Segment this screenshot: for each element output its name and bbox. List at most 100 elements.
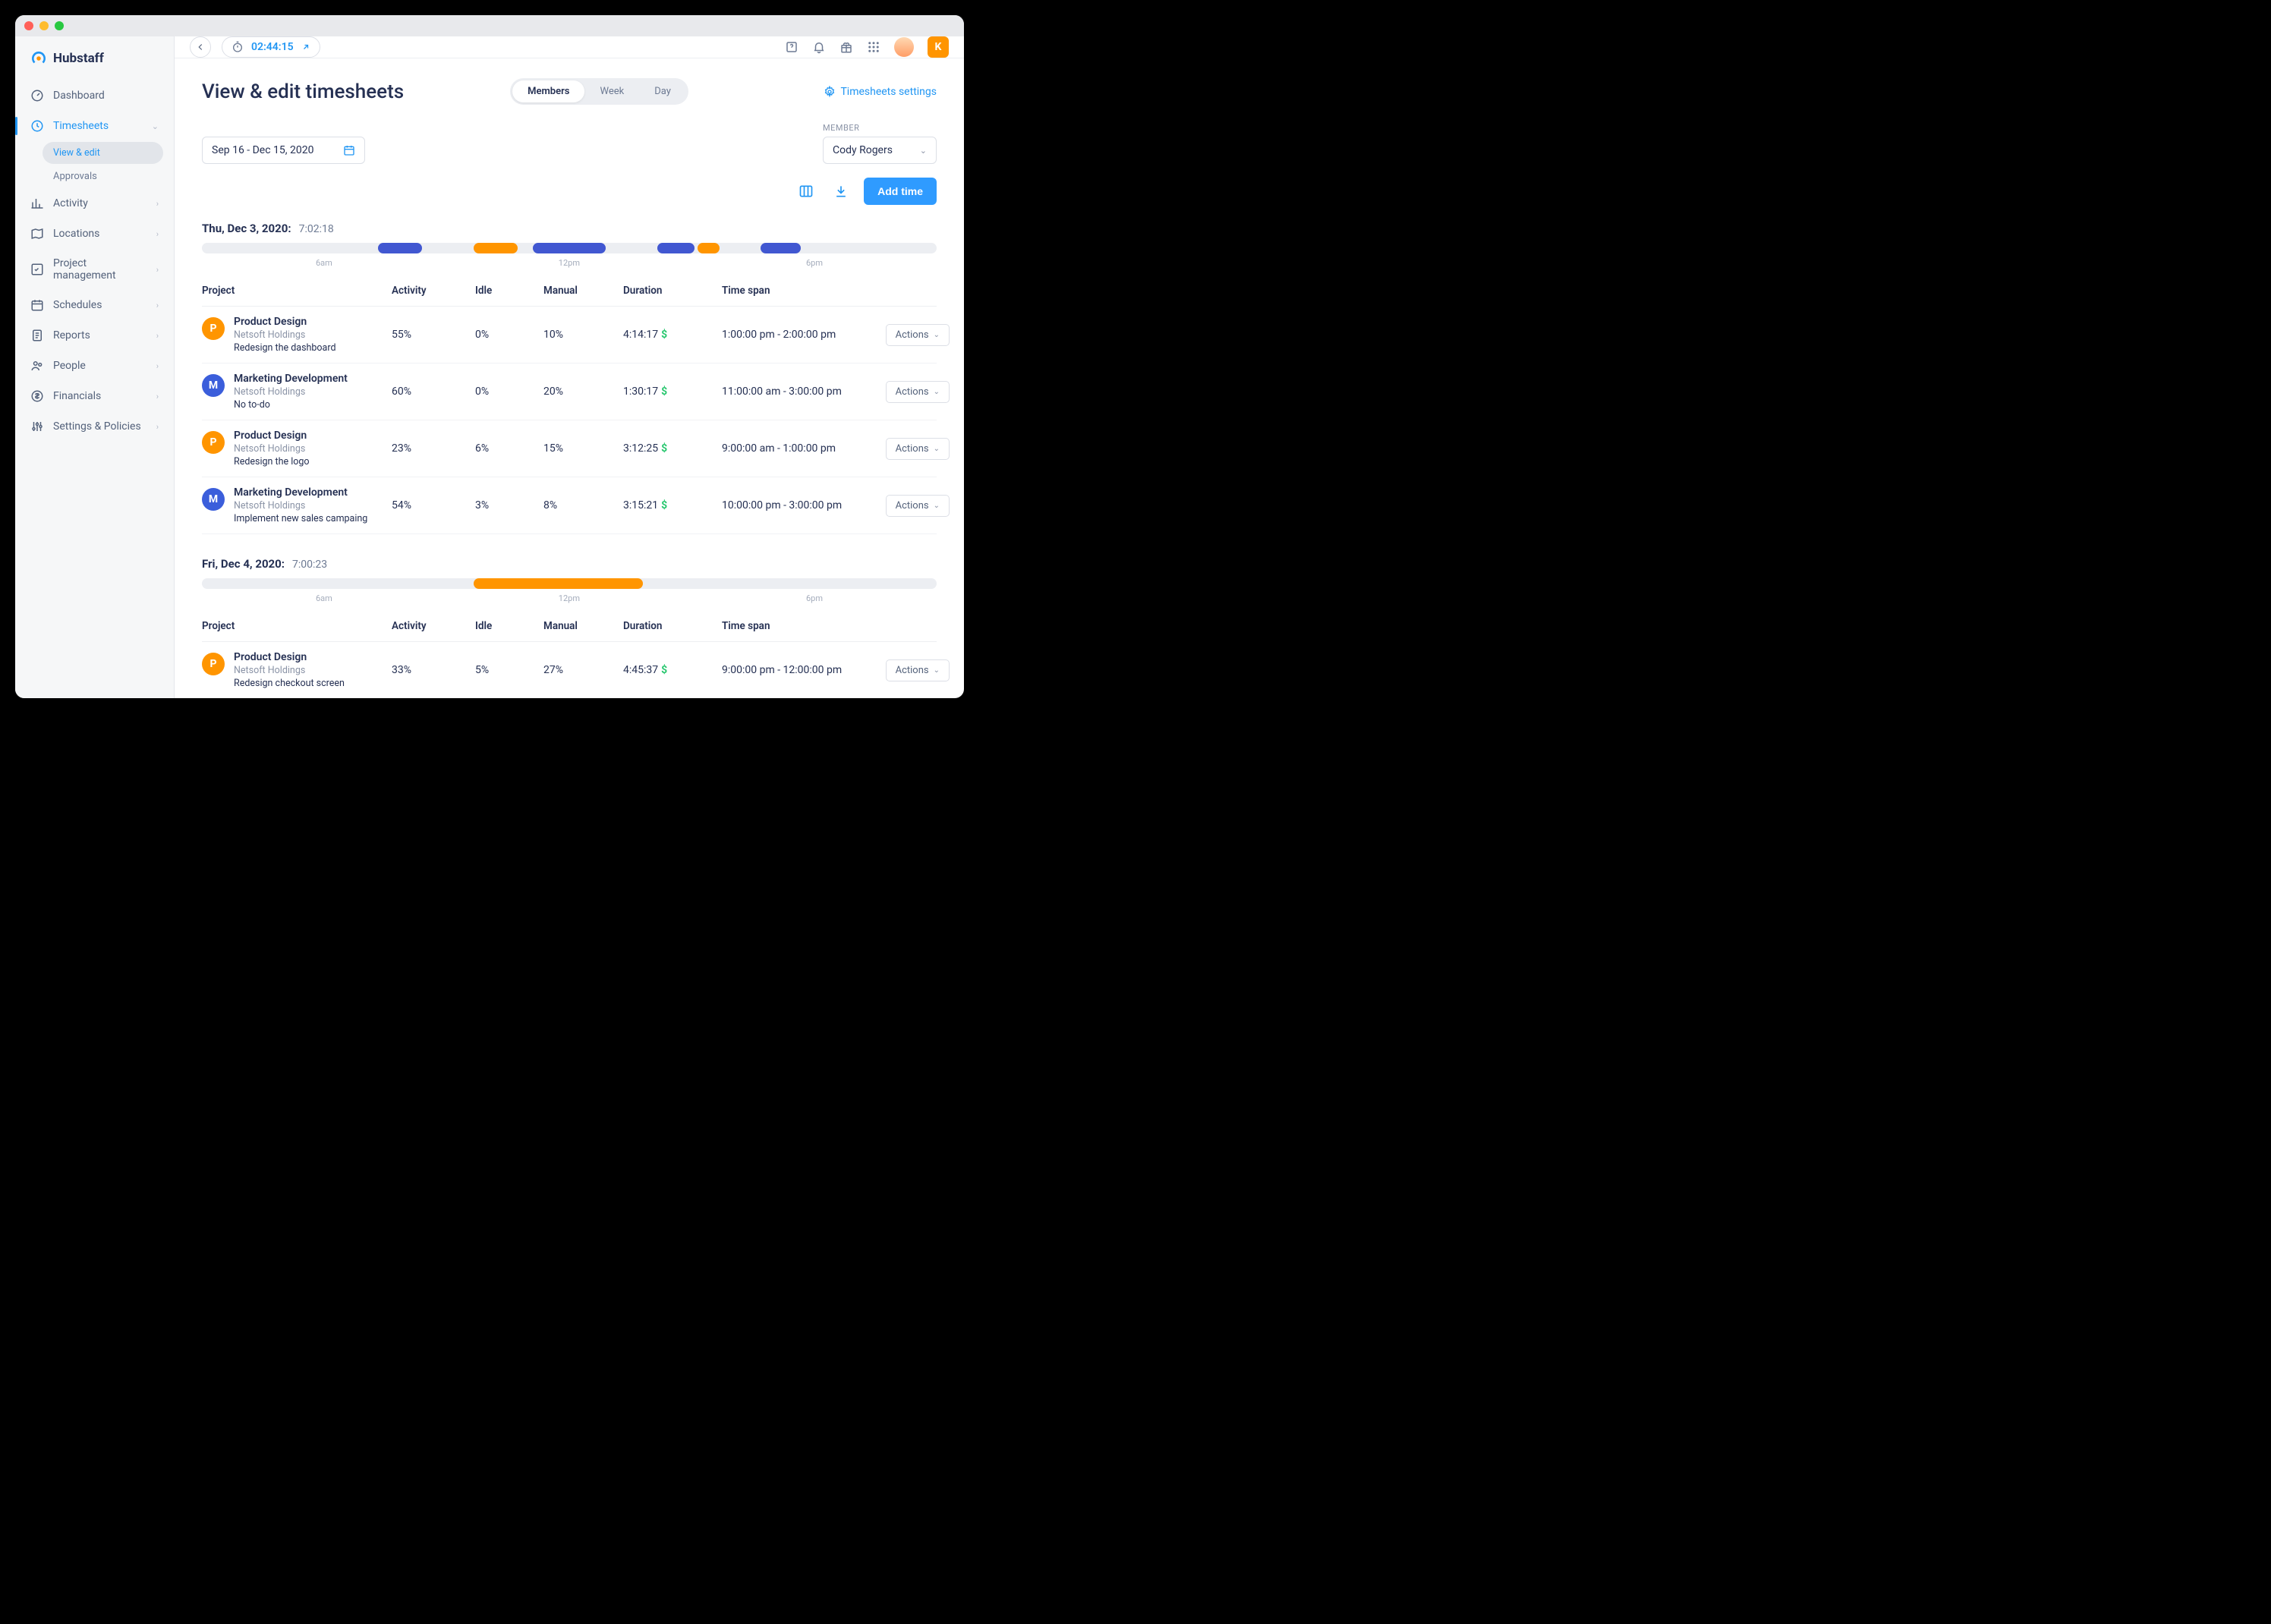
maximize-window-icon[interactable] bbox=[55, 21, 64, 30]
activity-cell: 33% bbox=[392, 664, 475, 676]
day-total: 7:02:18 bbox=[299, 223, 334, 235]
activity-cell: 55% bbox=[392, 329, 475, 341]
nav-label: Reports bbox=[53, 329, 90, 341]
row-actions-button[interactable]: Actions⌄ bbox=[886, 438, 950, 460]
column-header: Duration bbox=[623, 620, 722, 632]
timeline-segment bbox=[378, 243, 422, 253]
nav-financials[interactable]: Financials › bbox=[15, 381, 174, 411]
nav-timesheets[interactable]: Timesheets ⌄ bbox=[15, 111, 174, 141]
chevron-right-icon: › bbox=[156, 301, 159, 310]
table-header: ProjectActivityIdleManualDurationTime sp… bbox=[202, 275, 937, 307]
nav-schedules[interactable]: Schedules › bbox=[15, 290, 174, 320]
column-header: Project bbox=[202, 620, 392, 632]
gift-icon[interactable] bbox=[839, 40, 853, 54]
member-filter: MEMBER Cody Rogers ⌄ bbox=[823, 123, 937, 164]
day-header: Thu, Dec 3, 2020: 7:02:18 bbox=[202, 222, 937, 235]
map-icon bbox=[30, 227, 44, 241]
project-org: Netsoft Holdings bbox=[234, 665, 345, 676]
nav-label: Activity bbox=[53, 197, 88, 209]
nav-locations[interactable]: Locations › bbox=[15, 219, 174, 249]
date-range-picker[interactable]: Sep 16 - Dec 15, 2020 bbox=[202, 137, 365, 164]
apps-grid-icon[interactable] bbox=[867, 40, 880, 54]
timespan-cell: 1:00:00 pm - 2:00:00 pm bbox=[722, 329, 881, 341]
user-avatar[interactable] bbox=[894, 37, 914, 57]
timeline-segment bbox=[474, 243, 518, 253]
org-badge[interactable]: K bbox=[928, 36, 949, 58]
columns-button[interactable] bbox=[794, 178, 818, 205]
project-cell: M Marketing Development Netsoft Holdings… bbox=[202, 486, 392, 524]
column-header: Time span bbox=[722, 620, 881, 632]
tab-week[interactable]: Week bbox=[584, 80, 639, 102]
nav-project-management[interactable]: Project management › bbox=[15, 249, 174, 290]
project-cell: P Product Design Netsoft Holdings Redesi… bbox=[202, 651, 392, 689]
nav-activity[interactable]: Activity › bbox=[15, 188, 174, 219]
idle-cell: 0% bbox=[475, 329, 543, 341]
manual-cell: 10% bbox=[543, 329, 623, 341]
table-row: M Marketing Development Netsoft Holdings… bbox=[202, 364, 937, 420]
brand-text: Hubstaff bbox=[53, 51, 104, 66]
actions-label: Actions bbox=[896, 443, 929, 455]
bell-icon[interactable] bbox=[812, 40, 826, 54]
project-task: Implement new sales campaing bbox=[234, 513, 367, 524]
nav-dashboard[interactable]: Dashboard bbox=[15, 80, 174, 111]
minimize-window-icon[interactable] bbox=[39, 21, 49, 30]
member-select-value: Cody Rogers bbox=[833, 144, 893, 156]
date-range-value: Sep 16 - Dec 15, 2020 bbox=[212, 144, 313, 156]
tab-members[interactable]: Members bbox=[512, 80, 584, 102]
content: View & edit timesheets Members Week Day … bbox=[175, 58, 964, 698]
actions-label: Actions bbox=[896, 329, 929, 341]
dollar-icon bbox=[30, 389, 44, 403]
member-select[interactable]: Cody Rogers ⌄ bbox=[823, 137, 937, 164]
project-org: Netsoft Holdings bbox=[234, 443, 310, 455]
open-external-icon bbox=[301, 42, 310, 52]
row-actions-button[interactable]: Actions⌄ bbox=[886, 381, 950, 403]
timesheets-settings-link[interactable]: Timesheets settings bbox=[824, 86, 937, 98]
duration-cell: 3:12:25 $ bbox=[623, 442, 722, 455]
main: 02:44:15 K View & edit timesheets Member bbox=[175, 36, 964, 698]
calendar-icon bbox=[30, 298, 44, 312]
chevron-right-icon: › bbox=[156, 199, 159, 209]
project-name: Marketing Development bbox=[234, 486, 367, 499]
project-cell: P Product Design Netsoft Holdings Redesi… bbox=[202, 316, 392, 354]
nav-reports[interactable]: Reports › bbox=[15, 320, 174, 351]
table-row: M Marketing Development Netsoft Holdings… bbox=[202, 477, 937, 534]
project-name: Product Design bbox=[234, 430, 310, 442]
timeline-label: 12pm bbox=[559, 593, 580, 603]
subnav-approvals[interactable]: Approvals bbox=[15, 165, 174, 188]
topbar-right: K bbox=[785, 36, 949, 58]
sliders-icon bbox=[30, 420, 44, 433]
timeline-segment bbox=[474, 578, 643, 589]
idle-cell: 0% bbox=[475, 386, 543, 398]
subnav-view-edit[interactable]: View & edit bbox=[43, 142, 163, 164]
topbar: 02:44:15 K bbox=[175, 36, 964, 58]
timespan-cell: 11:00:00 am - 3:00:00 pm bbox=[722, 386, 881, 398]
tab-day[interactable]: Day bbox=[639, 80, 686, 102]
nav-label: Timesheets bbox=[53, 120, 109, 132]
nav-settings-policies[interactable]: Settings & Policies › bbox=[15, 411, 174, 442]
controls-row: Sep 16 - Dec 15, 2020 MEMBER Cody Rogers… bbox=[202, 123, 937, 164]
nav-people[interactable]: People › bbox=[15, 351, 174, 381]
checklist-icon bbox=[30, 263, 44, 276]
row-actions-button[interactable]: Actions⌄ bbox=[886, 324, 950, 346]
manual-cell: 15% bbox=[543, 442, 623, 455]
day-date: Thu, Dec 3, 2020: bbox=[202, 222, 291, 235]
download-button[interactable] bbox=[829, 178, 853, 205]
timer-widget[interactable]: 02:44:15 bbox=[222, 36, 320, 58]
timeline bbox=[202, 243, 937, 253]
add-time-button[interactable]: Add time bbox=[864, 178, 937, 205]
project-name: Product Design bbox=[234, 316, 336, 328]
table-header: ProjectActivityIdleManualDurationTime sp… bbox=[202, 611, 937, 642]
chevron-right-icon: › bbox=[156, 422, 159, 432]
chevron-down-icon: ⌄ bbox=[934, 502, 940, 510]
close-window-icon[interactable] bbox=[24, 21, 33, 30]
timeline-label: 6am bbox=[316, 593, 332, 603]
row-actions-button[interactable]: Actions⌄ bbox=[886, 659, 950, 681]
activity-cell: 60% bbox=[392, 386, 475, 398]
back-button[interactable] bbox=[190, 36, 211, 58]
duration-cell: 3:15:21 $ bbox=[623, 499, 722, 511]
row-actions-button[interactable]: Actions⌄ bbox=[886, 495, 950, 517]
help-icon[interactable] bbox=[785, 40, 798, 54]
nav-label: People bbox=[53, 360, 86, 372]
day-header: Fri, Dec 4, 2020: 7:00:23 bbox=[202, 557, 937, 571]
settings-link-label: Timesheets settings bbox=[840, 86, 937, 98]
